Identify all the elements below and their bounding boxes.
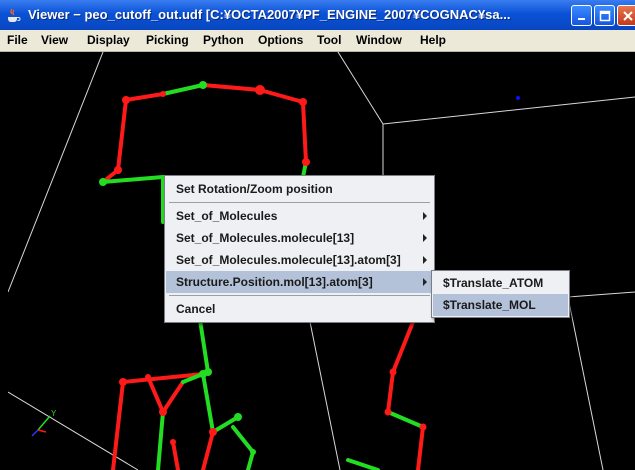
menu-view[interactable]: View	[41, 33, 68, 47]
menu-item-structure-position[interactable]: Structure.Position.mol[13].atom[3]	[166, 271, 433, 293]
submenu-item-translate-atom[interactable]: $Translate_ATOM	[433, 272, 568, 294]
menu-display[interactable]: Display	[87, 33, 130, 47]
axis-y-label: Y	[51, 409, 57, 418]
menu-separator	[169, 202, 430, 203]
close-icon	[622, 10, 633, 21]
window-title: Viewer − peo_cutoff_out.udf [C:¥OCTA2007…	[28, 7, 511, 22]
menu-tool[interactable]: Tool	[317, 33, 341, 47]
menu-python[interactable]: Python	[203, 33, 244, 47]
menu-options[interactable]: Options	[258, 33, 303, 47]
java-app-icon[interactable]	[5, 7, 21, 23]
menu-item-set-rotation-zoom[interactable]: Set Rotation/Zoom position	[166, 178, 433, 200]
title-bar[interactable]: Viewer − peo_cutoff_out.udf [C:¥OCTA2007…	[0, 0, 635, 30]
lower-right-chain	[386, 320, 425, 470]
blue-marker	[516, 96, 520, 100]
axis-triad-icon	[31, 415, 51, 437]
menu-item-atom-3[interactable]: Set_of_Molecules.molecule[13].atom[3]	[166, 249, 433, 271]
submenu-arrow-icon	[423, 256, 427, 264]
menu-picking[interactable]: Picking	[146, 33, 189, 47]
close-button[interactable]	[617, 5, 635, 26]
submenu: $Translate_ATOM $Translate_MOL	[431, 270, 570, 318]
menu-item-set-of-molecules[interactable]: Set_of_Molecules	[166, 205, 433, 227]
submenu-arrow-icon	[423, 278, 427, 286]
maximize-button[interactable]	[594, 5, 615, 26]
lower-left-cluster	[111, 370, 380, 470]
submenu-item-translate-mol[interactable]: $Translate_MOL	[433, 294, 568, 316]
menu-item-molecule-13[interactable]: Set_of_Molecules.molecule[13]	[166, 227, 433, 249]
submenu-arrow-icon	[423, 234, 427, 242]
menu-separator	[169, 295, 430, 296]
menu-help[interactable]: Help	[420, 33, 446, 47]
minimize-button[interactable]	[571, 5, 592, 26]
context-menu: Set Rotation/Zoom position Set_of_Molecu…	[164, 175, 435, 323]
menu-item-cancel[interactable]: Cancel	[166, 298, 433, 320]
menu-file[interactable]: File	[7, 33, 28, 47]
menu-window[interactable]: Window	[356, 33, 402, 47]
menu-bar: File View Display Picking Python Options…	[0, 30, 635, 52]
submenu-arrow-icon	[423, 212, 427, 220]
